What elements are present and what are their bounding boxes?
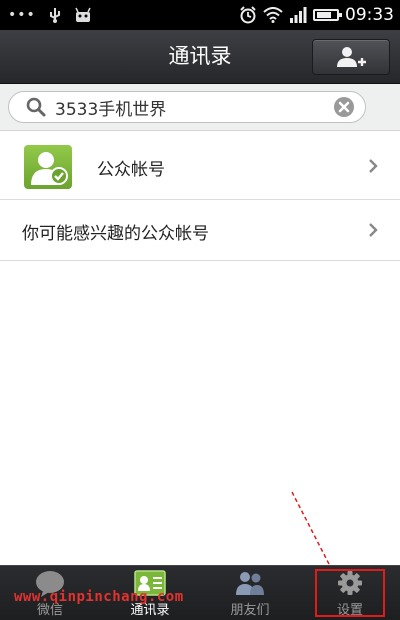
tab-label: 朋友们 xyxy=(230,603,270,618)
friends-icon xyxy=(236,572,264,595)
clear-icon[interactable] xyxy=(333,96,355,118)
wifi-icon xyxy=(263,7,283,23)
status-right: 09:33 xyxy=(239,5,394,25)
chevron-right-icon xyxy=(369,159,378,173)
search-icon xyxy=(26,97,46,117)
chevron-right-icon xyxy=(369,223,378,237)
search-input[interactable]: 3533手机世界 xyxy=(8,91,366,123)
tab-friends[interactable]: 朋友们 xyxy=(200,566,300,620)
search-value: 3533手机世界 xyxy=(55,99,167,120)
notification-dots: ••• xyxy=(8,7,36,23)
status-left: ••• xyxy=(8,7,92,23)
search-area: 3533手机世界 xyxy=(0,84,400,131)
public-account-icon xyxy=(24,145,72,189)
status-time: 09:33 xyxy=(345,5,394,25)
list-item-recommended-accounts[interactable]: 你可能感兴趣的公众帐号 xyxy=(0,200,400,261)
list-item-label: 公众帐号 xyxy=(97,160,165,180)
status-bar: ••• 09:33 xyxy=(0,0,400,30)
watermark-text: www.qinpinchang.com xyxy=(14,589,184,605)
annotation-arrow xyxy=(291,491,331,567)
add-contact-button[interactable] xyxy=(312,39,390,75)
list-item-public-accounts[interactable]: 公众帐号 xyxy=(0,131,400,200)
android-debug-icon xyxy=(75,7,91,22)
alarm-icon xyxy=(240,6,256,24)
add-contact-icon xyxy=(337,47,366,67)
usb-icon xyxy=(49,8,60,23)
tab-settings[interactable]: 设置 xyxy=(300,566,400,620)
title-bar: 通讯录 xyxy=(0,30,400,84)
list-item-label: 你可能感兴趣的公众帐号 xyxy=(22,224,209,244)
signal-icon xyxy=(290,7,307,23)
tab-label: 设置 xyxy=(336,603,363,618)
gear-icon xyxy=(338,571,362,595)
battery-icon xyxy=(313,9,342,21)
